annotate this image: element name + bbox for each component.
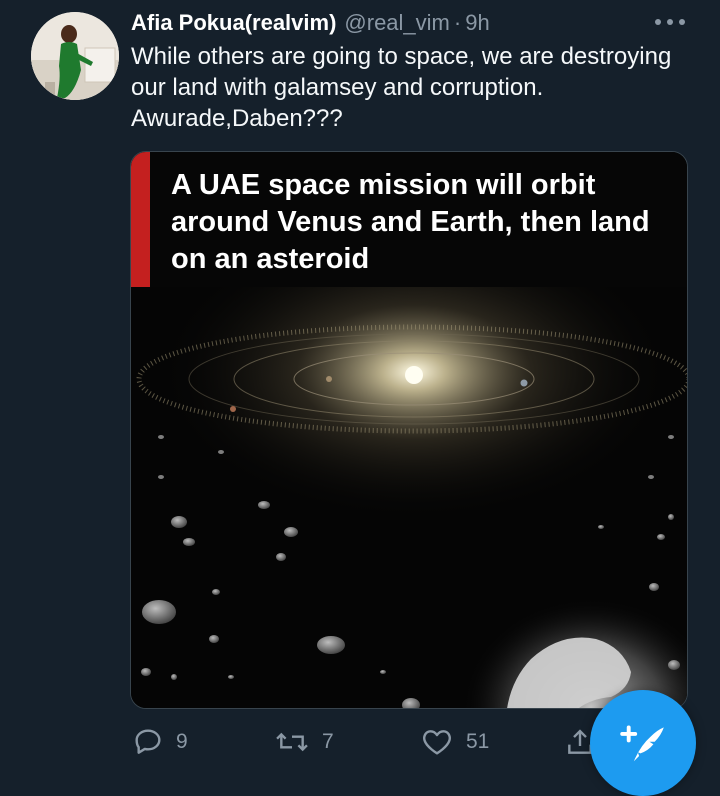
headline-banner: A UAE space mission will orbit around Ve…	[131, 152, 687, 287]
compose-tweet-button[interactable]	[590, 690, 696, 796]
reply-button[interactable]: 9	[132, 722, 188, 762]
accent-bar	[131, 152, 150, 287]
separator-dot: ·	[453, 10, 462, 35]
more-horizontal-icon	[655, 19, 685, 25]
retweet-button[interactable]: 7	[274, 722, 334, 762]
heart-icon	[423, 730, 451, 755]
reply-count: 9	[176, 730, 188, 753]
more-options-button[interactable]	[650, 8, 690, 36]
retweet-icon	[276, 732, 308, 752]
like-button[interactable]: 51	[420, 722, 489, 762]
tweet-text: While others are going to space, we are …	[131, 43, 672, 132]
tweet-header: Afia Pokua(realvim) @real_vim · 9h	[131, 8, 490, 38]
display-name[interactable]: Afia Pokua(realvim)	[131, 8, 336, 38]
like-count: 51	[466, 730, 490, 753]
avatar-photo	[31, 12, 119, 100]
reply-icon	[135, 729, 161, 754]
media-headline: A UAE space mission will orbit around Ve…	[171, 169, 650, 275]
asteroid-belt-illustration	[131, 287, 687, 708]
tweet-media[interactable]: A UAE space mission will orbit around Ve…	[130, 151, 688, 709]
compose-tweet-icon	[620, 725, 664, 762]
tweet-actions: 9 7 51	[130, 722, 610, 762]
avatar[interactable]	[31, 12, 119, 100]
timestamp[interactable]: 9h	[465, 8, 489, 38]
retweet-count: 7	[322, 730, 334, 753]
user-handle[interactable]: @real_vim	[344, 8, 449, 38]
